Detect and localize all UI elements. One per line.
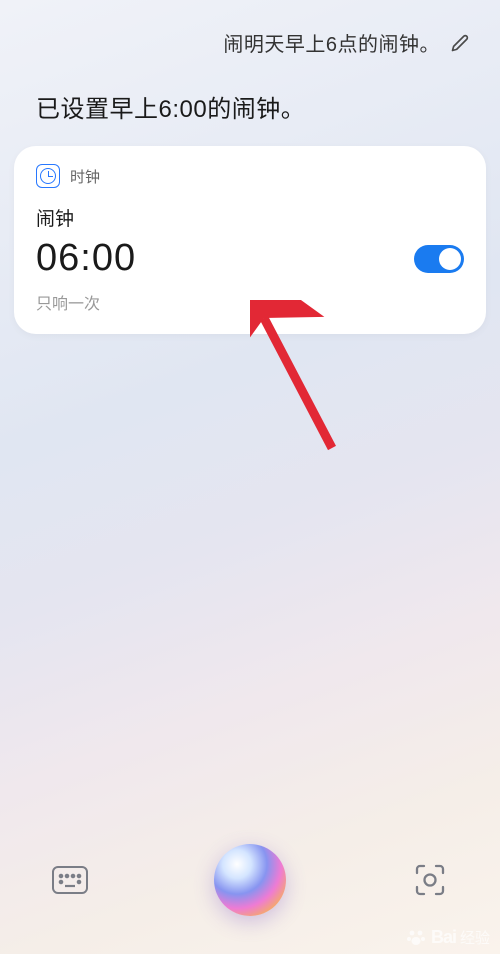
command-row: 闹明天早上6点的闹钟。 [0, 0, 500, 57]
watermark-logo: Bai [431, 927, 456, 948]
card-header: 时钟 [36, 164, 464, 188]
alarm-label: 闹钟 [36, 204, 464, 231]
keyboard-icon[interactable] [48, 858, 92, 902]
clock-icon [36, 164, 60, 188]
watermark-text: 经验 [460, 927, 490, 948]
alarm-card[interactable]: 时钟 闹钟 06:00 只响一次 [14, 146, 486, 334]
paw-icon [405, 926, 427, 948]
app-name-label: 时钟 [70, 166, 100, 187]
voice-command-text: 闹明天早上6点的闹钟。 [223, 28, 440, 57]
time-row: 06:00 [36, 237, 464, 280]
bottom-bar [0, 844, 500, 916]
repeat-label: 只响一次 [36, 290, 464, 314]
scan-icon[interactable] [408, 858, 452, 902]
alarm-toggle[interactable] [414, 245, 464, 273]
alarm-time: 06:00 [36, 237, 136, 280]
edit-icon[interactable] [450, 33, 470, 53]
assistant-orb-button[interactable] [214, 844, 286, 916]
watermark: Bai 经验 [405, 926, 490, 948]
confirmation-message: 已设置早上6:00的闹钟。 [0, 57, 500, 146]
